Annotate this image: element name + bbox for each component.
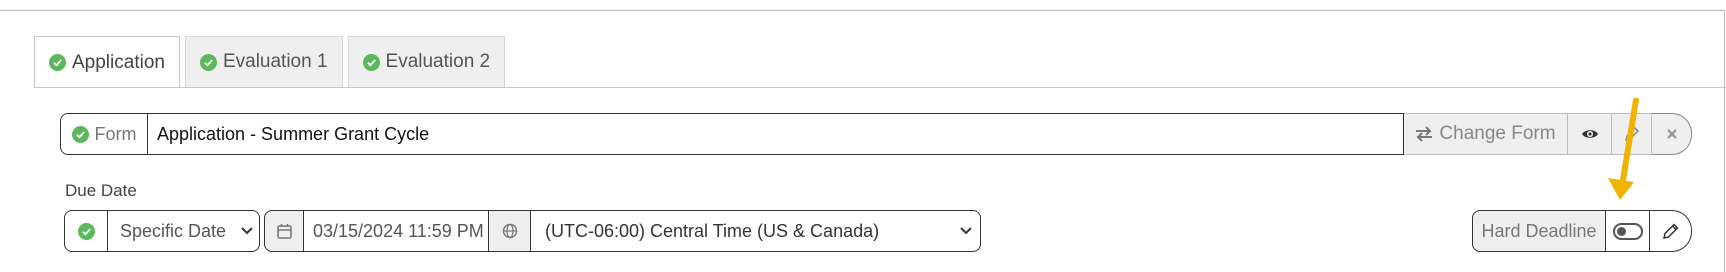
- tab-application[interactable]: Application: [34, 36, 180, 88]
- tab-label: Evaluation 2: [385, 51, 491, 72]
- due-date-input[interactable]: 03/15/2024 11:59 PM: [304, 210, 489, 252]
- remove-form-button[interactable]: [1652, 113, 1692, 155]
- swap-icon: [1416, 126, 1433, 142]
- tabs-divider: [34, 87, 1726, 88]
- form-name-field[interactable]: Application - Summer Grant Cycle: [148, 113, 1404, 155]
- tab-evaluation-2[interactable]: Evaluation 2: [347, 36, 506, 87]
- change-form-button[interactable]: Change Form: [1404, 113, 1568, 155]
- pencil-icon: [1624, 126, 1639, 142]
- edit-form-button[interactable]: [1612, 113, 1652, 155]
- date-time-group: 03/15/2024 11:59 PM (UTC-06:00) Central …: [264, 210, 981, 252]
- due-date-type-select[interactable]: Specific Date: [108, 210, 260, 252]
- form-selector: Form Application - Summer Grant Cycle Ch…: [60, 113, 1692, 155]
- calendar-icon: [276, 224, 292, 239]
- check-circle-icon: [199, 53, 217, 71]
- calendar-button[interactable]: [264, 210, 304, 252]
- pencil-icon: [1662, 223, 1679, 239]
- form-actions: Change Form: [1404, 113, 1692, 155]
- check-circle-icon: [362, 53, 380, 71]
- hard-deadline-group: Hard Deadline: [1472, 210, 1692, 252]
- due-date-type-value: Specific Date: [120, 220, 227, 241]
- chevron-down-icon: [241, 227, 253, 235]
- tab-evaluation-1[interactable]: Evaluation 1: [184, 36, 343, 87]
- hard-deadline-toggle-cell: [1606, 210, 1650, 252]
- change-form-label: Change Form: [1439, 123, 1556, 144]
- due-date-row: Specific Date 03/15/2024 11:59 PM (UTC-0…: [64, 210, 981, 252]
- form-addon: Form: [60, 113, 148, 155]
- globe-icon: [502, 223, 517, 239]
- timezone-select[interactable]: (UTC-06:00) Central Time (US & Canada): [531, 210, 981, 252]
- tab-bar: Application Evaluation 1 Evaluation 2: [34, 36, 506, 88]
- form-addon-label: Form: [94, 123, 137, 144]
- toggle-knob: [1616, 226, 1626, 236]
- eye-icon: [1581, 130, 1598, 138]
- timezone-value: (UTC-06:00) Central Time (US & Canada): [545, 220, 880, 241]
- due-date-label: Due Date: [65, 181, 137, 200]
- check-circle-icon: [71, 125, 89, 143]
- check-circle-icon: [49, 54, 66, 71]
- hard-deadline-toggle[interactable]: [1612, 222, 1643, 240]
- due-date-status: [64, 210, 108, 252]
- close-icon: [1666, 129, 1677, 139]
- timezone-addon: [489, 210, 531, 252]
- hard-deadline-label: Hard Deadline: [1472, 210, 1606, 252]
- preview-form-button[interactable]: [1568, 113, 1612, 155]
- tab-label: Evaluation 1: [222, 51, 328, 72]
- chevron-down-icon: [960, 227, 972, 235]
- check-circle-icon: [77, 222, 95, 240]
- tab-label: Application: [72, 51, 165, 73]
- edit-due-date-button[interactable]: [1650, 210, 1692, 252]
